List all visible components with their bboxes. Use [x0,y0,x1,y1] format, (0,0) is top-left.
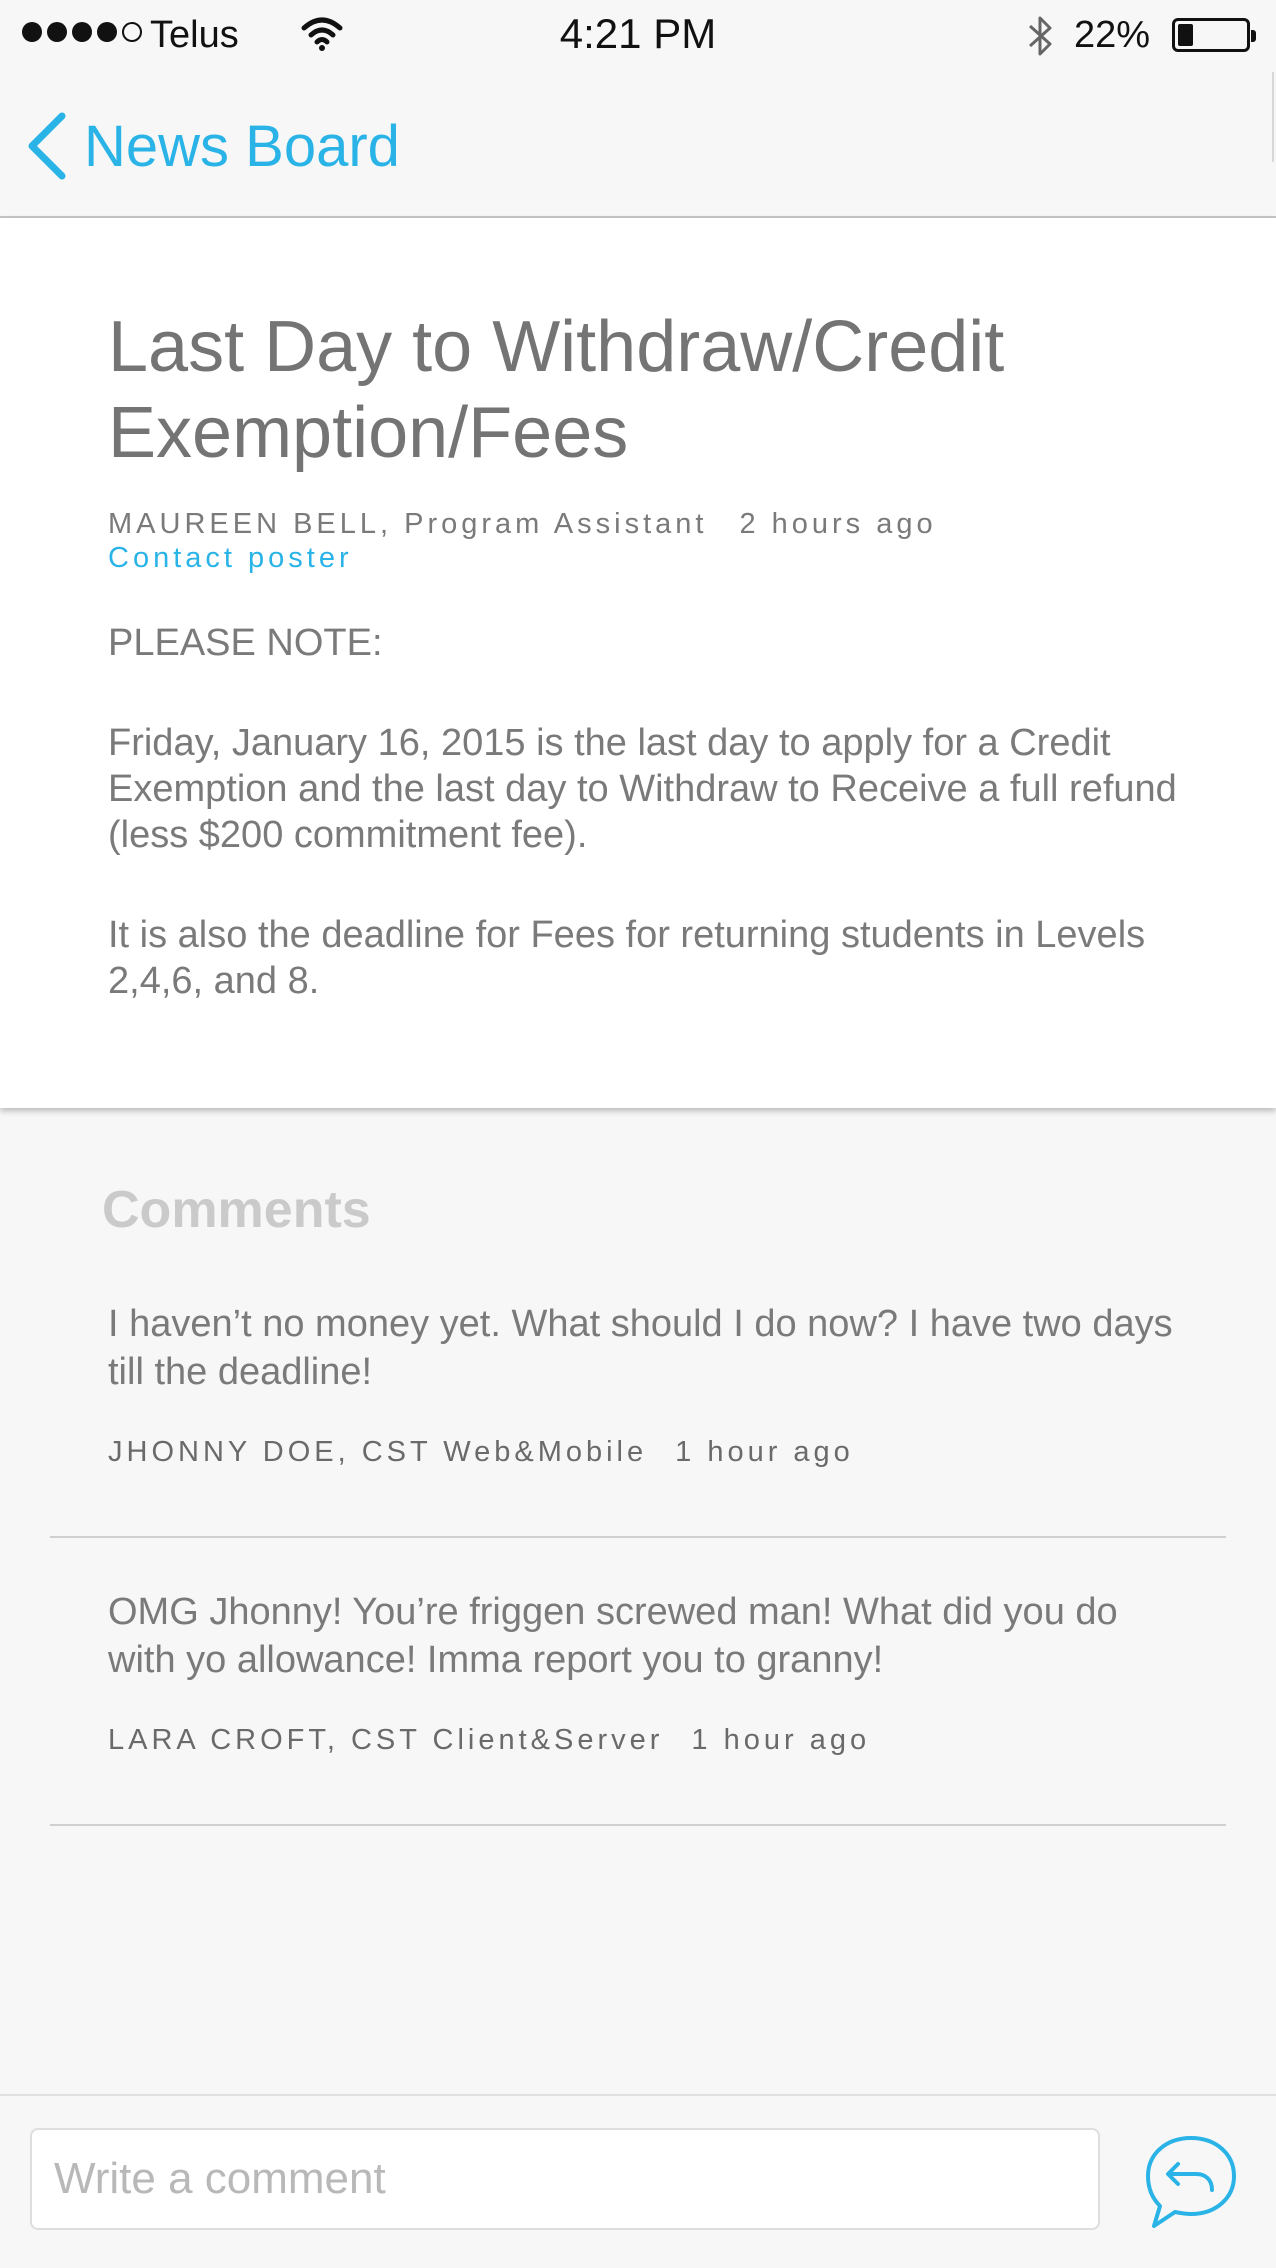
reply-chat-bubble-icon[interactable] [1140,2132,1242,2232]
comment-item: I haven’t no money yet. What should I do… [50,1300,1226,1538]
status-bar: Telus 4:21 PM 22% [0,0,1276,72]
contact-poster-link[interactable]: Contact poster [108,542,353,575]
comment-meta: LARA CROFT, CST Client&Server 1 hour ago [108,1724,870,1757]
nav-divider [1272,72,1274,162]
chevron-left-icon [28,112,66,180]
post-paragraph: It is also the deadline for Fees for ret… [108,914,1146,1002]
comment-input[interactable] [30,2128,1100,2230]
post-time: 2 hours ago [739,508,937,540]
post-title: Last Day to Withdraw/Credit Exemption/Fe… [108,307,1005,473]
post-card: Last Day to Withdraw/Credit Exemption/Fe… [0,218,1276,1108]
comment-meta: JHONNY DOE, CST Web&Mobile 1 hour ago [108,1436,854,1469]
comment-composer [0,2094,1276,2268]
comment-text: I haven’t no money yet. What should I do… [108,1303,1173,1393]
battery-icon [1172,18,1256,52]
comment-time: 1 hour ago [691,1724,871,1756]
comments-heading: Comments [102,1181,371,1239]
post-paragraph: Friday, January 16, 2015 is the last day… [108,722,1177,856]
comment-item: OMG Jhonny! You’re friggen screwed man! … [50,1588,1226,1826]
post-paragraph: PLEASE NOTE: [108,622,383,664]
back-button[interactable]: News Board [24,110,400,182]
comment-author: LARA CROFT, CST Client&Server [108,1724,664,1756]
navigation-bar: News Board [0,72,1276,218]
post-author: MAUREEN BELL, Program Assistant [108,508,708,540]
bluetooth-icon [1028,16,1052,56]
post-meta: MAUREEN BELL, Program Assistant 2 hours a… [108,508,937,541]
battery-level [1178,24,1193,46]
comment-text: OMG Jhonny! You’re friggen screwed man! … [108,1591,1118,1681]
comment-author: JHONNY DOE, CST Web&Mobile [108,1436,648,1468]
comment-time: 1 hour ago [675,1436,854,1468]
battery-percentage: 22% [1074,14,1151,56]
post-body: PLEASE NOTE: Friday, January 16, 2015 is… [108,620,1188,1058]
back-button-label: News Board [84,113,400,179]
